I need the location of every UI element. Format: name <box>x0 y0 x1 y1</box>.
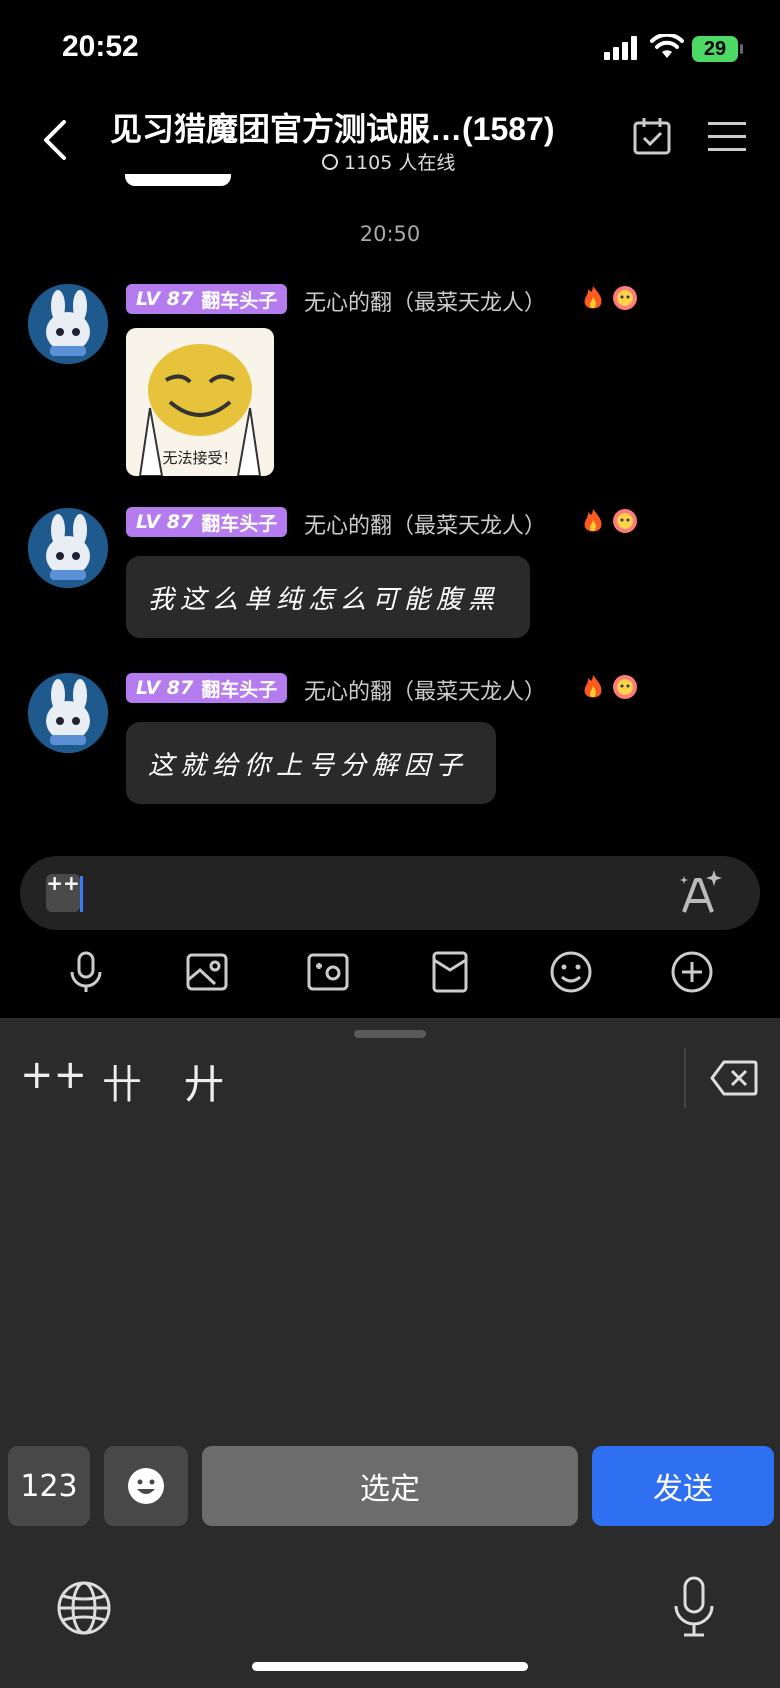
key-123[interactable]: 123 <box>8 1446 90 1526</box>
username[interactable]: 无心的翻（最菜天龙人） <box>304 508 546 540</box>
fire-icon <box>584 286 602 309</box>
chat-title[interactable]: 见习猎魔团官方测试服…(1587) <box>110 104 610 150</box>
dictation-mic-icon[interactable] <box>672 1576 716 1638</box>
avatar[interactable] <box>28 508 108 588</box>
badge-title: 翻车头子 <box>201 512 278 535</box>
candidate-2[interactable]: 卄 <box>102 1052 142 1110</box>
battery-cap <box>740 44 743 54</box>
battery-icon: 29 <box>692 36 738 62</box>
input-composing-text: ++ <box>46 873 80 912</box>
avatar[interactable] <box>28 673 108 753</box>
level-text: LV 87 <box>136 511 194 533</box>
username[interactable]: 无心的翻（最菜天龙人） <box>304 674 546 706</box>
chat-timestamp: 20:50 <box>359 222 421 246</box>
emoji-key-icon <box>128 1468 164 1504</box>
signal-icon <box>604 36 637 60</box>
key-emoji[interactable] <box>104 1446 188 1526</box>
flower-icon <box>613 286 637 310</box>
fire-icon <box>584 675 602 698</box>
avatar[interactable] <box>28 284 108 364</box>
sticker-caption: 无法接受！ <box>162 449 238 467</box>
message-bubble[interactable]: 我这么单纯怎么可能腹黑 <box>126 556 530 638</box>
level-badge: LV 87 翻车头子 <box>126 507 288 537</box>
online-text: 1105 人在线 <box>344 152 456 174</box>
level-badge: LV 87 翻车头子 <box>126 284 288 314</box>
keyboard-handle[interactable] <box>354 1030 426 1038</box>
image-icon[interactable] <box>185 950 229 994</box>
flower-icon <box>613 675 637 699</box>
battery-level: 29 <box>703 37 727 60</box>
candidate-1[interactable]: ++ <box>20 1052 87 1098</box>
backspace-icon[interactable] <box>710 1060 758 1096</box>
fire-icon <box>584 509 602 532</box>
back-icon[interactable] <box>40 118 70 162</box>
level-badge: LV 87 翻车头子 <box>126 673 288 703</box>
status-time: 20:52 <box>62 30 139 63</box>
badge-title: 翻车头子 <box>201 289 278 312</box>
plus-icon[interactable] <box>670 950 714 994</box>
flower-icon <box>613 509 637 533</box>
badge-title: 翻车头子 <box>201 678 278 701</box>
rabbit-avatar-icon <box>28 284 108 364</box>
candidate-divider <box>684 1048 686 1108</box>
rabbit-avatar-icon <box>28 508 108 588</box>
globe-icon[interactable] <box>56 1580 112 1636</box>
wifi-icon <box>650 34 684 58</box>
calendar-check-icon[interactable] <box>632 116 672 156</box>
level-text: LV 87 <box>136 288 194 310</box>
online-check-icon <box>322 153 338 170</box>
ai-font-icon[interactable] <box>676 868 724 916</box>
key-select[interactable]: 选定 <box>202 1446 578 1526</box>
home-indicator[interactable] <box>252 1662 528 1671</box>
text-cursor <box>80 876 83 912</box>
key-send[interactable]: 发送 <box>592 1446 774 1526</box>
menu-icon[interactable] <box>708 120 746 154</box>
candidate-3[interactable]: 廾 <box>184 1052 224 1110</box>
red-packet-icon[interactable] <box>428 950 472 994</box>
sticker-image[interactable]: 无法接受！ <box>126 328 274 476</box>
message-input[interactable] <box>20 856 760 930</box>
mic-icon[interactable] <box>64 950 108 994</box>
level-text: LV 87 <box>136 677 194 699</box>
camera-icon[interactable] <box>306 950 350 994</box>
message-bubble[interactable]: 这就给你上号分解因子 <box>126 722 496 804</box>
smiley-icon[interactable] <box>549 950 593 994</box>
keyboard <box>0 1018 780 1688</box>
username[interactable]: 无心的翻（最菜天龙人） <box>304 285 546 317</box>
rabbit-avatar-icon <box>28 673 108 753</box>
online-count: 1105 人在线 <box>322 148 455 175</box>
previous-message-remnant <box>125 174 231 186</box>
